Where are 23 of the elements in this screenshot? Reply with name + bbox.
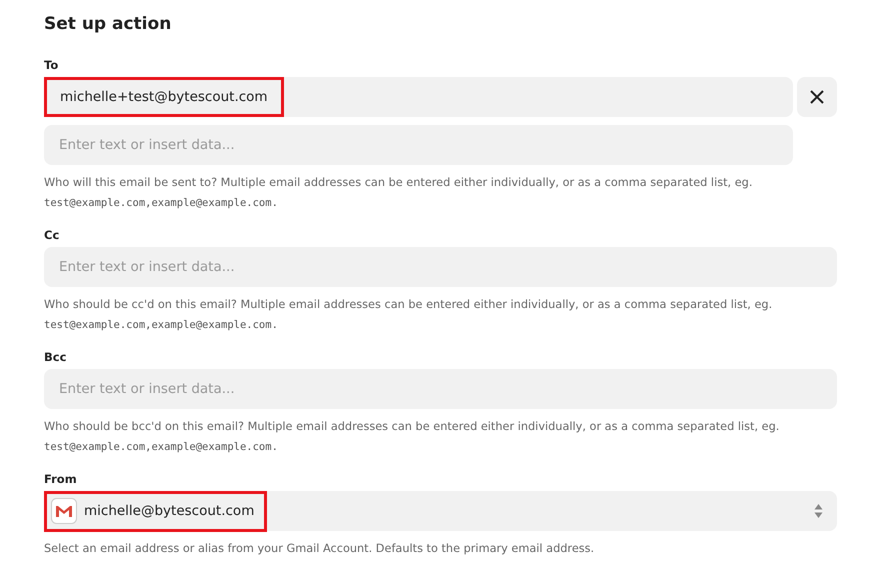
field-label: Cc (44, 228, 60, 242)
field-value: michelle+test@bytescout.com (44, 77, 284, 117)
input-field[interactable]: Enter text or insert data... (44, 125, 793, 165)
remove-button[interactable] (797, 77, 837, 117)
close-icon (810, 90, 824, 104)
input-field[interactable]: michelle+test@bytescout.com (44, 77, 793, 117)
example-text: test@example.com,example@example.com. (44, 318, 279, 333)
field-label: Bcc (44, 350, 68, 364)
input-field[interactable]: Enter text or insert data... (44, 369, 837, 409)
field-label: To (44, 58, 60, 72)
example-text: test@example.com,example@example.com. (44, 196, 279, 211)
help-text: Who should be cc'd on this email? Multiple email addresses can be entered either individually, or as a comma separated list, eg. (44, 297, 774, 313)
input-field[interactable]: Enter text or insert data... (44, 247, 837, 287)
example-text: test@example.com,example@example.com. (44, 440, 279, 455)
section-heading: Set up action (44, 13, 172, 36)
selected-account: michelle@bytescout.com (84, 503, 254, 519)
help-text: Who will this email be sent to? Multiple email addresses can be entered either individually, or as a comma separated list, eg. (44, 175, 754, 191)
select-field[interactable]: michelle@bytescout.com (44, 491, 837, 531)
help-text: Select an email address or alias from your Gmail Account. Defaults to the primary email address. (44, 541, 596, 557)
help-text: Who should be bcc'd on this email? Multiple email addresses can be entered either individually, or as a comma separated list, eg. (44, 419, 780, 435)
sort-arrows-icon (814, 503, 823, 519)
field-label: From (44, 472, 78, 486)
mail-logo-icon (51, 498, 77, 524)
